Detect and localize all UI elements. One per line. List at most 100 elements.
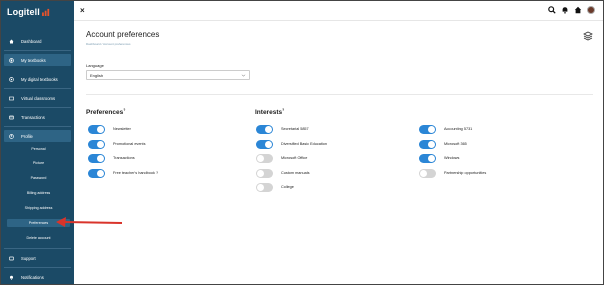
user-icon (9, 133, 14, 139)
sidebar-item-virtual-classrooms[interactable]: Virtual classrooms (4, 92, 71, 104)
sidebar-item-my-textbooks[interactable]: My textbooks (4, 54, 71, 66)
interest-windows-toggle[interactable] (419, 153, 436, 163)
sidebar-item-label: Support (21, 255, 36, 261)
divider (4, 248, 71, 249)
sidebar-item-label: My digital textbooks (21, 76, 58, 82)
sidebar-subitem-delete-account[interactable]: Delete account (7, 234, 70, 242)
preferences-title: Preferences? (86, 108, 126, 117)
pref-teachers-handbook-row: Free teacher's handbook ? (88, 168, 158, 178)
tablet-icon (9, 76, 14, 82)
interest-label: College (281, 185, 294, 189)
pref-newsletter-row: Newsletter (88, 124, 131, 134)
interest-dbe-toggle[interactable] (256, 139, 273, 149)
sidebar-item-my-digital-textbooks[interactable]: My digital textbooks (4, 73, 71, 85)
receipt-icon (9, 115, 14, 119)
interest-label: Windows (444, 156, 460, 160)
sidebar-item-label: My textbooks (21, 57, 46, 63)
interest-accounting-toggle[interactable] (419, 124, 436, 134)
divider (4, 88, 71, 89)
sidebar-subitem-personal[interactable]: Personal (7, 145, 70, 153)
language-select[interactable]: English (86, 70, 250, 80)
interests-title: Interests? (255, 108, 285, 117)
interest-label: Secretarial 5857 (281, 127, 309, 131)
interest-label: Microsoft 365 (444, 142, 467, 146)
home-icon (9, 39, 14, 43)
sidebar-item-transactions[interactable]: Transactions (4, 111, 71, 123)
chevron-down-icon (241, 74, 246, 77)
sidebar-item-profile[interactable]: Profile (4, 130, 71, 142)
interest-partnership-toggle[interactable] (419, 168, 436, 178)
help-mark: ? (282, 108, 285, 112)
interest-secretarial-toggle[interactable] (256, 124, 273, 134)
pref-promotional-events-row: Promotional events (88, 139, 146, 149)
divider (4, 50, 71, 51)
language-value: English (90, 72, 104, 78)
bell-icon[interactable] (561, 6, 569, 14)
interest-custom-manuals-row: Custom manuals (256, 168, 310, 178)
classroom-icon (9, 96, 14, 100)
annotation-arrow-icon (56, 217, 123, 227)
sidebar-item-label: Virtual classrooms (21, 95, 56, 101)
home-icon[interactable] (574, 6, 582, 14)
top-actions (548, 6, 595, 14)
sidebar-item-label: Profile (21, 133, 33, 139)
language-label: Language (86, 63, 104, 68)
pref-teachers-handbook-toggle[interactable] (88, 168, 105, 178)
support-icon (9, 256, 14, 260)
avatar[interactable] (587, 6, 595, 14)
page-title: Account preferences (86, 30, 160, 39)
interest-college-toggle[interactable] (256, 182, 273, 192)
top-bar: × (74, 1, 603, 21)
pref-transactions-row: Transactions (88, 153, 135, 163)
sidebar-item-dashboard[interactable]: Dashboard (4, 35, 71, 47)
interest-partnership-row: Partnership opportunities (419, 168, 486, 178)
sidebar-item-label: Dashboard (21, 38, 42, 44)
sidebar-item-label: Notifications (21, 274, 44, 280)
pref-newsletter-toggle[interactable] (88, 124, 105, 134)
sidebar: Logitell Dashboard My textbooks My digit… (1, 1, 74, 284)
brand-name: Logitell (7, 7, 40, 17)
interest-label: Diversified Basic Education (281, 142, 328, 146)
interest-label: Microsoft Office (281, 156, 308, 160)
sidebar-subitem-shipping-address[interactable]: Shipping address (7, 204, 70, 212)
breadcrumb[interactable]: Dashboard / Account preferences (86, 42, 131, 46)
pref-promotional-events-toggle[interactable] (88, 139, 105, 149)
close-icon[interactable]: × (80, 6, 85, 15)
interest-secretarial-row: Secretarial 5857 (256, 124, 309, 134)
brand-mark-icon (41, 8, 49, 16)
pref-label: Newsletter (113, 127, 131, 131)
interest-label: Custom manuals (281, 171, 310, 175)
interest-microsoft-office-toggle[interactable] (256, 153, 273, 163)
interest-label: Accounting 5731 (444, 127, 473, 131)
help-mark: ? (123, 108, 126, 112)
interest-microsoft-office-row: Microsoft Office (256, 153, 307, 163)
sidebar-subitem-picture[interactable]: Picture (7, 159, 70, 167)
divider (4, 107, 71, 108)
sidebar-item-notifications[interactable]: Notifications (4, 271, 71, 283)
layers-icon[interactable] (583, 31, 593, 41)
sidebar-subitem-password[interactable]: Password (7, 174, 70, 182)
interest-accounting-row: Accounting 5731 (419, 124, 472, 134)
sidebar-item-label: Transactions (21, 114, 45, 120)
search-icon[interactable] (548, 6, 556, 14)
brand-logo[interactable]: Logitell (7, 7, 51, 17)
interest-label: Partnership opportunities (444, 171, 487, 175)
bell-icon (10, 275, 13, 280)
divider (4, 267, 71, 268)
sidebar-subitem-billing-address[interactable]: Billing address (7, 189, 70, 197)
sidebar-item-support[interactable]: Support (4, 252, 71, 264)
pref-label: Free teacher's handbook ? (113, 171, 159, 175)
pref-transactions-toggle[interactable] (88, 153, 105, 163)
interest-dbe-row: Diversified Basic Education (256, 139, 327, 149)
divider (4, 126, 71, 127)
interest-microsoft-365-toggle[interactable] (419, 139, 436, 149)
divider (86, 94, 593, 95)
main-content: Account preferences Dashboard / Account … (74, 21, 603, 284)
book-icon (9, 57, 14, 63)
interest-college-row: College (256, 182, 294, 192)
pref-label: Transactions (113, 156, 135, 160)
interest-custom-manuals-toggle[interactable] (256, 168, 273, 178)
interest-microsoft-365-row: Microsoft 365 (419, 139, 467, 149)
pref-label: Promotional events (113, 142, 146, 146)
interest-windows-row: Windows (419, 153, 459, 163)
